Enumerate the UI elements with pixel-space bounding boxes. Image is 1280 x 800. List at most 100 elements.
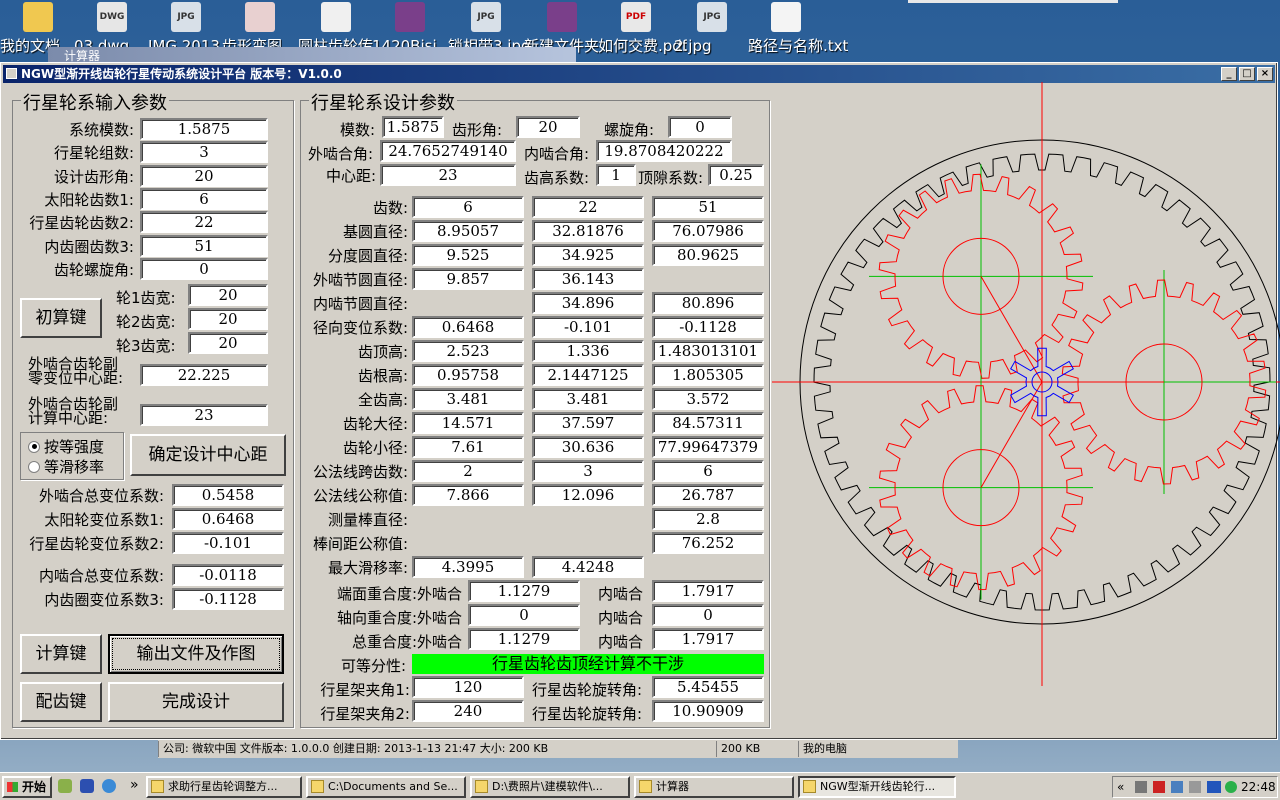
design-value-field[interactable]: 9.525 bbox=[412, 244, 524, 266]
design-value-field[interactable]: 14.571 bbox=[412, 412, 524, 434]
int-total-shift-field[interactable]: -0.0118 bbox=[172, 564, 284, 586]
taskbar-button[interactable]: NGW型渐开线齿轮行... bbox=[798, 776, 956, 798]
planet-rotation1-field[interactable]: 5.45455 bbox=[652, 676, 764, 698]
design-value-field[interactable]: 30.636 bbox=[532, 436, 644, 458]
design-value-field[interactable]: 76.07986 bbox=[652, 220, 764, 242]
design-value-field[interactable]: 34.896 bbox=[532, 292, 644, 314]
total-int-field[interactable]: 1.7917 bbox=[652, 628, 764, 650]
clearance-coef-field[interactable]: 0.25 bbox=[708, 164, 764, 186]
design-value-field[interactable]: 6 bbox=[412, 196, 524, 218]
taskbar-button[interactable]: 求助行星齿轮调整方... bbox=[146, 776, 302, 798]
design-value-field[interactable]: 2.8 bbox=[652, 508, 764, 530]
design-value-field[interactable]: -0.1128 bbox=[652, 316, 764, 338]
design-value-field[interactable]: 34.925 bbox=[532, 244, 644, 266]
face-width-field[interactable]: 20 bbox=[188, 332, 268, 354]
design-value-field[interactable]: 0.95758 bbox=[412, 364, 524, 386]
start-button[interactable]: 开始 bbox=[2, 776, 52, 798]
minimize-button[interactable]: _ bbox=[1221, 67, 1237, 81]
input-field[interactable]: 51 bbox=[140, 234, 268, 257]
planet-shift-field[interactable]: -0.101 bbox=[172, 532, 284, 554]
quicklaunch-browser-icon[interactable] bbox=[102, 779, 116, 793]
design-value-field[interactable]: 4.3995 bbox=[412, 556, 524, 578]
quicklaunch-shield-icon[interactable] bbox=[80, 779, 94, 793]
design-value-field[interactable]: 9.857 bbox=[412, 268, 524, 290]
desktop-icon[interactable]: JPG 2.jpg bbox=[674, 2, 750, 55]
pressure-angle-field[interactable]: 20 bbox=[516, 116, 580, 138]
radio-equal-slip[interactable]: 等滑移率 bbox=[28, 456, 104, 477]
design-value-field[interactable]: 80.896 bbox=[652, 292, 764, 314]
design-value-field[interactable]: 84.57311 bbox=[652, 412, 764, 434]
tray-media-icon[interactable] bbox=[1225, 781, 1237, 793]
design-value-field[interactable]: 22 bbox=[532, 196, 644, 218]
input-field[interactable]: 3 bbox=[140, 141, 268, 164]
carrier-angle2-field[interactable]: 240 bbox=[412, 700, 524, 722]
design-value-field[interactable]: 7.866 bbox=[412, 484, 524, 506]
design-value-field[interactable]: 12.096 bbox=[532, 484, 644, 506]
tray-clock[interactable]: 22:48 bbox=[1241, 777, 1276, 797]
design-value-field[interactable]: 8.95057 bbox=[412, 220, 524, 242]
design-value-field[interactable]: 37.597 bbox=[532, 412, 644, 434]
face-width-field[interactable]: 20 bbox=[188, 284, 268, 306]
module-field[interactable]: 1.5875 bbox=[382, 116, 444, 138]
int-mesh-angle-field[interactable]: 19.8708420222 bbox=[596, 140, 732, 162]
tray-expand-chevron[interactable]: « bbox=[1117, 777, 1124, 797]
close-button[interactable]: × bbox=[1257, 67, 1273, 81]
face-width-field[interactable]: 20 bbox=[188, 308, 268, 330]
design-value-field[interactable]: 0.6468 bbox=[412, 316, 524, 338]
ext-total-shift-field[interactable]: 0.5458 bbox=[172, 484, 284, 506]
calc-button[interactable]: 计算键 bbox=[20, 634, 102, 674]
design-value-field[interactable]: 51 bbox=[652, 196, 764, 218]
sun-shift-field[interactable]: 0.6468 bbox=[172, 508, 284, 530]
taskbar-button[interactable]: C:\Documents and Se... bbox=[306, 776, 466, 798]
input-field[interactable]: 20 bbox=[140, 164, 268, 187]
tray-tool-icon[interactable] bbox=[1189, 781, 1201, 793]
maximize-button[interactable]: □ bbox=[1239, 67, 1255, 81]
design-value-field[interactable]: 7.61 bbox=[412, 436, 524, 458]
desktop-icon[interactable]: 1420Bisi bbox=[372, 2, 448, 55]
desktop-icon[interactable]: 齿形变图 bbox=[222, 2, 298, 55]
design-value-field[interactable]: 1.336 bbox=[532, 340, 644, 362]
design-value-field[interactable]: 3.572 bbox=[652, 388, 764, 410]
design-value-field[interactable]: 3 bbox=[532, 460, 644, 482]
design-value-field[interactable]: 2.1447125 bbox=[532, 364, 644, 386]
design-value-field[interactable]: 1.805305 bbox=[652, 364, 764, 386]
center-distance-field[interactable]: 23 bbox=[380, 164, 516, 186]
design-value-field[interactable]: 2 bbox=[412, 460, 524, 482]
tray-pdf-icon[interactable] bbox=[1153, 781, 1165, 793]
match-teeth-button[interactable]: 配齿键 bbox=[20, 682, 102, 722]
transverse-ext-field[interactable]: 1.1279 bbox=[468, 580, 580, 602]
design-value-field[interactable]: 76.252 bbox=[652, 532, 764, 554]
tray-volume-icon[interactable] bbox=[1135, 781, 1147, 793]
total-ext-field[interactable]: 1.1279 bbox=[468, 628, 580, 650]
input-field[interactable]: 0 bbox=[140, 257, 268, 280]
design-value-field[interactable]: 3.481 bbox=[532, 388, 644, 410]
design-value-field[interactable]: 4.4248 bbox=[532, 556, 644, 578]
design-value-field[interactable]: 36.143 bbox=[532, 268, 644, 290]
desktop-icon[interactable]: JPG JMG 2013 bbox=[148, 2, 224, 55]
zero-center-field[interactable]: 22.225 bbox=[140, 364, 268, 386]
design-value-field[interactable]: 2.523 bbox=[412, 340, 524, 362]
ring-shift-field[interactable]: -0.1128 bbox=[172, 588, 284, 610]
input-field[interactable]: 6 bbox=[140, 187, 268, 210]
desktop-icon[interactable]: DWG 03.dwg bbox=[74, 2, 150, 55]
calculator-window-title[interactable]: 计算器 bbox=[48, 47, 576, 63]
design-value-field[interactable]: 3.481 bbox=[412, 388, 524, 410]
design-value-field[interactable]: -0.101 bbox=[532, 316, 644, 338]
axial-ext-field[interactable]: 0 bbox=[468, 604, 580, 626]
finish-design-button[interactable]: 完成设计 bbox=[108, 682, 284, 722]
taskbar-button[interactable]: D:\费照片\建模软件\... bbox=[470, 776, 630, 798]
tray-network-icon[interactable] bbox=[1171, 781, 1183, 793]
carrier-angle1-field[interactable]: 120 bbox=[412, 676, 524, 698]
design-value-field[interactable]: 26.787 bbox=[652, 484, 764, 506]
design-value-field[interactable]: 1.483013101 bbox=[652, 340, 764, 362]
window-titlebar[interactable]: NGW型渐开线齿轮行星传动系统设计平台 版本号：V1.0.0 _ □ × bbox=[3, 65, 1275, 83]
desktop-icon[interactable]: 路径与名称.txt bbox=[748, 2, 848, 55]
design-value-field[interactable]: 32.81876 bbox=[532, 220, 644, 242]
init-calc-button[interactable]: 初算键 bbox=[20, 298, 102, 338]
radio-equal-strength[interactable]: 按等强度 bbox=[28, 436, 104, 457]
transverse-int-field[interactable]: 1.7917 bbox=[652, 580, 764, 602]
desktop-icon[interactable]: 新建文件夹 bbox=[524, 2, 600, 55]
addendum-coef-field[interactable]: 1 bbox=[596, 164, 636, 186]
desktop-icon[interactable]: PDF 如何交费.pdf bbox=[598, 2, 687, 55]
axial-int-field[interactable]: 0 bbox=[652, 604, 764, 626]
